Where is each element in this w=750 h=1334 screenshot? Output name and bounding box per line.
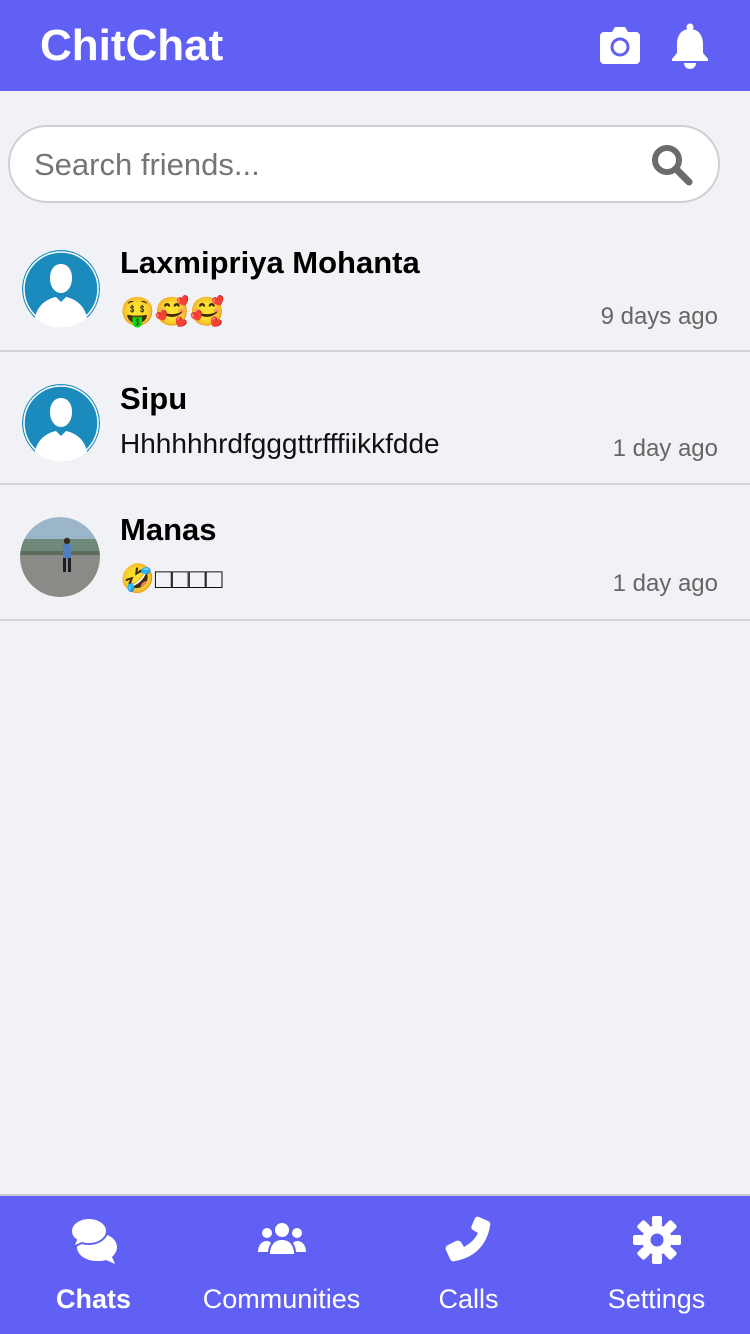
avatar [20, 517, 100, 597]
app-header: ChitChat [0, 0, 750, 91]
nav-item-communities[interactable]: Communities [188, 1196, 375, 1334]
gear-icon [631, 1214, 683, 1266]
search-icon[interactable] [650, 143, 694, 187]
nav-item-chats[interactable]: Chats [0, 1196, 187, 1334]
chat-last-message: Hhhhhhrdfgggttrfffiikkfdde [120, 428, 440, 459]
nav-label-calls: Calls [438, 1284, 499, 1314]
chat-item[interactable]: Manas 🤣□□□□ 1 day ago [0, 485, 750, 621]
search-input[interactable] [32, 137, 636, 193]
chat-timestamp: 9 days ago [600, 303, 718, 330]
nav-label-communities: Communities [202, 1284, 361, 1314]
chat-last-message: 🤑🥰🥰 [120, 296, 225, 327]
nav-label-settings: Settings [607, 1284, 706, 1314]
communities-icon [256, 1214, 308, 1266]
chat-name: Manas [120, 512, 217, 547]
chat-name: Laxmipriya Mohanta [120, 245, 420, 280]
camera-icon[interactable] [596, 22, 644, 70]
photo-avatar-icon [20, 517, 100, 597]
app-title: ChitChat [40, 21, 224, 70]
bottom-nav: Chats Communities Calls Settings [0, 1194, 750, 1334]
nav-item-calls[interactable]: Calls [375, 1196, 562, 1334]
chat-timestamp: 1 day ago [612, 570, 718, 597]
chat-last-message: 🤣□□□□ [120, 563, 223, 594]
nav-label-chats: Chats [55, 1284, 131, 1314]
chat-timestamp: 1 day ago [612, 435, 718, 462]
bell-icon[interactable] [666, 22, 714, 70]
chat-name: Sipu [120, 381, 188, 416]
avatar [22, 250, 100, 328]
phone-icon [443, 1214, 495, 1266]
default-avatar-icon [22, 384, 100, 462]
default-avatar-icon [22, 250, 100, 328]
chat-item[interactable]: Laxmipriya Mohanta 🤑🥰🥰 9 days ago [0, 216, 750, 352]
search-bar [8, 125, 720, 203]
nav-item-settings[interactable]: Settings [563, 1196, 750, 1334]
avatar [22, 384, 100, 462]
chat-item[interactable]: Sipu Hhhhhhrdfgggttrfffiikkfdde 1 day ag… [0, 352, 750, 485]
chats-icon [68, 1214, 120, 1266]
